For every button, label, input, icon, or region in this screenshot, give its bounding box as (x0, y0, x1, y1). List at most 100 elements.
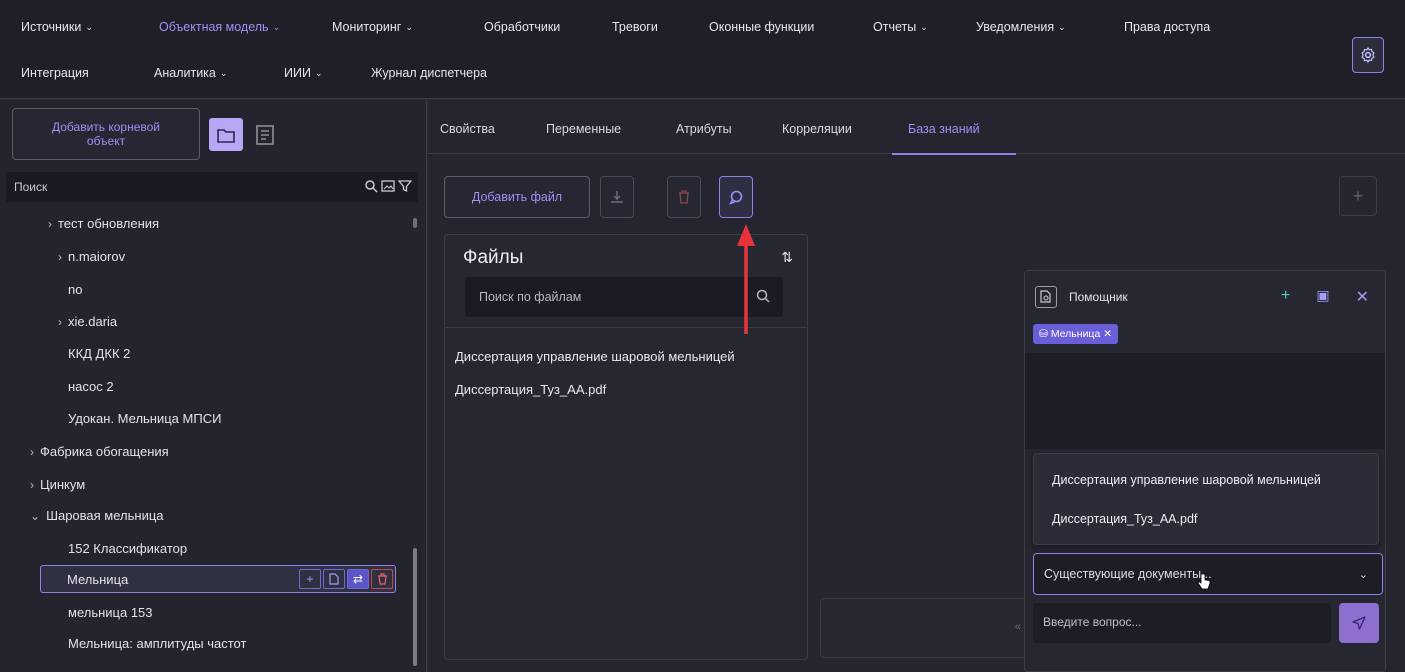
documents-select-value: Существующие документы... (1044, 567, 1212, 581)
send-button[interactable] (1339, 603, 1379, 643)
double-chevron-left-icon[interactable]: « (1015, 621, 1021, 633)
tree-item-actions: + ⇄ (299, 569, 393, 589)
nav-integration[interactable]: Интеграция (21, 66, 89, 80)
chat-icon (728, 190, 743, 205)
tree-search-input[interactable]: Поиск (6, 172, 418, 202)
tree-item-label: no (68, 282, 83, 297)
chevron-down-icon: ⌄ (405, 21, 413, 32)
expand-arrow-icon[interactable]: › (58, 250, 62, 264)
delete-button[interactable] (371, 569, 393, 589)
expand-arrow-icon[interactable]: › (48, 217, 52, 231)
app-window: Источники ⌄ Объектная модель ⌄ Мониторинг ⌄… (0, 0, 1405, 672)
add-root-object-label: Добавить корневой объект (51, 120, 161, 148)
tab-correlations[interactable]: Корреляции (782, 122, 852, 136)
tree-item[interactable]: мельница 153 (68, 605, 153, 620)
nav-sources[interactable]: Источники ⌄ (21, 20, 93, 34)
tree-item-label: n.maiorov (68, 249, 126, 264)
nav-object-model[interactable]: Объектная модель ⌄ (159, 20, 280, 34)
files-search-placeholder: Поиск по файлам (479, 290, 582, 304)
add-child-button[interactable]: + (299, 569, 321, 589)
tree-item[interactable]: Удокан. Мельница МПСИ (68, 411, 221, 426)
tree-item[interactable]: ⌄ Шаровая мельница (30, 508, 164, 523)
scrollbar-top[interactable] (413, 218, 417, 228)
tree-item[interactable]: › тест обновления (48, 216, 159, 231)
download-icon (611, 191, 623, 203)
tree-item[interactable]: › n.maiorov (58, 249, 125, 264)
tab-properties[interactable]: Свойства (440, 122, 495, 136)
add-root-object-button[interactable]: Добавить корневой объект (12, 108, 200, 160)
tree-item[interactable]: › Фабрика обогащения (30, 444, 169, 459)
nav-dispatcher-log[interactable]: Журнал диспетчера (371, 66, 487, 80)
nav-reports[interactable]: Отчеты ⌄ (873, 20, 928, 34)
move-button[interactable]: ⇄ (347, 569, 369, 589)
tree-item[interactable]: ККД ДКК 2 (68, 346, 130, 361)
nav-notifications[interactable]: Уведомления ⌄ (976, 20, 1066, 34)
nav-access-rights[interactable]: Права доступа (1124, 20, 1210, 34)
filter-icon[interactable] (398, 179, 412, 193)
object-tree-panel: Добавить корневой объект Поиск › тест обн… (0, 100, 427, 672)
chevron-down-icon: ⌄ (314, 67, 323, 78)
search-icon[interactable] (755, 288, 771, 304)
file-item[interactable]: Диссертация управление шаровой мельницей (455, 349, 805, 364)
download-button[interactable] (600, 176, 634, 218)
context-tag[interactable]: ⛁ Мельница ✕ (1033, 324, 1119, 344)
database-icon: ⛁ (1039, 328, 1048, 340)
expand-arrow-icon[interactable]: › (58, 315, 62, 329)
tab-variables[interactable]: Переменные (546, 122, 621, 136)
tree-item[interactable]: no (68, 282, 82, 297)
sort-icon[interactable]: ⇅ (781, 249, 793, 266)
new-chat-icon[interactable]: + (1281, 287, 1290, 307)
tree-search-tools (364, 179, 412, 193)
tree-item[interactable]: › Цинкум (30, 477, 85, 492)
document-view-button[interactable] (253, 122, 277, 148)
nav-alarms[interactable]: Тревоги (612, 20, 658, 34)
nav-ai-label: ИИИ (284, 66, 311, 80)
tree-item-label: Удокан. Мельница МПСИ (68, 411, 222, 426)
question-input[interactable]: Введите вопрос... (1033, 603, 1331, 643)
tab-knowledge-base[interactable]: База знаний (908, 122, 980, 136)
add-file-button[interactable]: Добавить файл (444, 176, 590, 218)
nav-analytics[interactable]: Аналитика ⌄ (154, 66, 227, 80)
remove-tag-icon[interactable]: ✕ (1103, 328, 1112, 340)
dropdown-option[interactable]: Диссертация_Туз_АА.pdf (1052, 512, 1378, 526)
nav-window-functions[interactable]: Оконные функции (709, 20, 814, 34)
nav-ai[interactable]: ИИИ ⌄ (284, 66, 323, 80)
chat-button[interactable] (719, 176, 753, 218)
collapse-arrow-icon[interactable]: ⌄ (30, 509, 40, 523)
add-panel-button[interactable]: + (1339, 176, 1377, 216)
search-icon[interactable] (364, 179, 378, 193)
add-file-label: Добавить файл (471, 190, 563, 204)
nav-sources-label: Источники (21, 20, 82, 34)
dropdown-option[interactable]: Диссертация управление шаровой мельницей (1052, 473, 1378, 487)
tree-item[interactable]: › xie.daria (58, 314, 117, 329)
settings-button[interactable] (1352, 37, 1384, 73)
plus-icon: + (306, 572, 314, 586)
history-icon[interactable]: ▣ (1316, 287, 1329, 307)
gear-icon (1361, 47, 1375, 63)
nav-object-model-label: Объектная модель (159, 20, 269, 34)
tree-item[interactable]: 152 Классификатор (68, 541, 187, 556)
files-title: Файлы (463, 247, 524, 268)
folder-view-button[interactable] (209, 118, 243, 151)
copy-button[interactable] (323, 569, 345, 589)
nav-monitoring[interactable]: Мониторинг ⌄ (332, 20, 413, 34)
chevron-down-icon: ⌄ (272, 21, 281, 32)
file-item[interactable]: Диссертация_Туз_АА.pdf (455, 382, 805, 397)
close-icon[interactable]: ✕ (1356, 287, 1369, 307)
tree-item-selected[interactable]: Мельница + ⇄ (40, 565, 396, 593)
tab-attributes[interactable]: Атрибуты (676, 122, 732, 136)
tree-item[interactable]: Мельница: амплитуды частот (68, 636, 246, 651)
image-icon[interactable] (381, 179, 395, 193)
assistant-panel: Помощник + ▣ ✕ ⛁ Мельница ✕ Диссертация … (1024, 270, 1386, 672)
expand-arrow-icon[interactable]: › (30, 445, 34, 459)
tree-item[interactable]: насос 2 (68, 379, 114, 394)
tree-item-label: Цинкум (40, 477, 86, 492)
documents-dropdown-menu: Диссертация управление шаровой мельницей… (1033, 453, 1379, 545)
delete-file-button[interactable] (667, 176, 701, 218)
scrollbar-thumb[interactable] (413, 548, 417, 666)
tree-search-placeholder: Поиск (14, 180, 48, 194)
hand-cursor-icon (1197, 573, 1211, 590)
expand-arrow-icon[interactable]: › (30, 478, 34, 492)
collapsed-input-area[interactable]: « (820, 598, 1032, 658)
nav-handlers[interactable]: Обработчики (484, 20, 560, 34)
